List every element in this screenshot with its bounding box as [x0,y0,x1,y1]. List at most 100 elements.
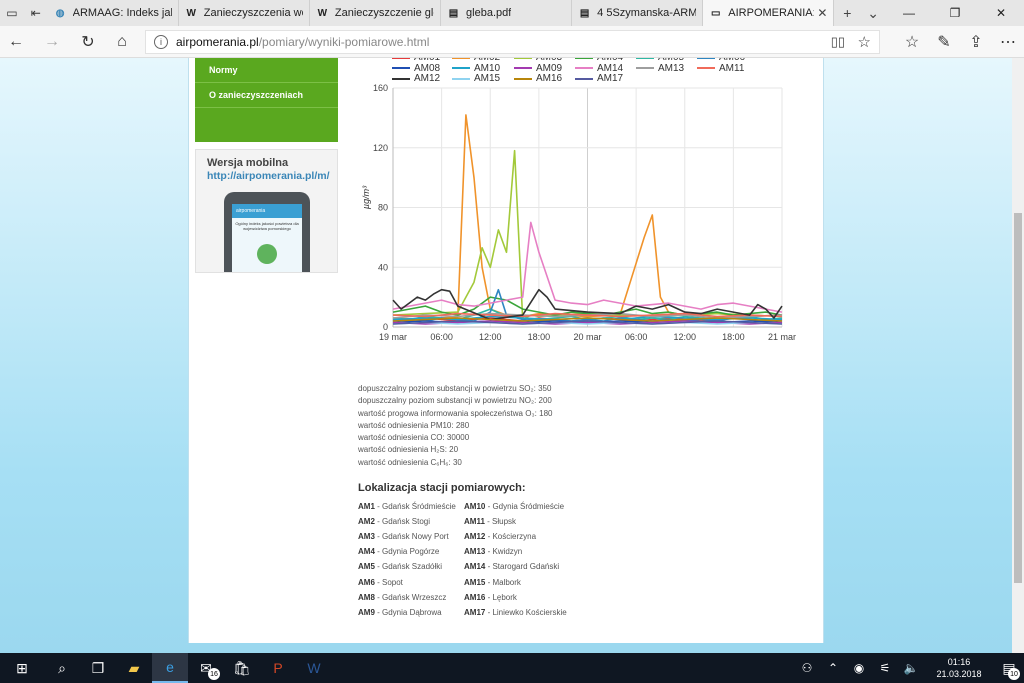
volume-icon[interactable]: 🔈 [898,661,924,675]
tray-chevron-icon[interactable]: ⌃ [820,661,846,675]
close-tab-icon[interactable]: ✕ [814,6,828,20]
station-item: AM9 - Gdynia Dąbrowa [358,608,442,617]
chart-legend: AM01AM02AM03AM04AM05AM06AM08AM10AM09AM14… [354,58,814,88]
close-window-icon[interactable]: ✕ [978,0,1024,26]
station-item: AM8 - Gdańsk Wrzeszcz [358,593,446,602]
mobile-version-banner[interactable]: Wersja mobilna http://airpomerania.pl/m/… [195,149,338,273]
tab-label: Zanieczyszczenia wody [203,7,303,19]
favorite-star-icon[interactable]: ☆ [858,33,871,51]
share-icon[interactable]: ⇪ [960,26,992,58]
mobile-title: Wersja mobilna [207,157,289,169]
file-explorer-icon[interactable]: ▰ [116,653,152,683]
tab-szymanska-pdf[interactable]: ▤ 4 5Szymanska-ARMAAG [572,0,704,26]
station-code: AM14 [464,562,486,572]
station-name: - Kościerzyna [485,532,537,542]
legend-item[interactable]: AM13 [636,63,684,74]
favorites-hub-icon[interactable]: ☆ [896,26,928,58]
minimize-icon[interactable]: — [886,0,932,26]
legend-item[interactable]: AM12 [392,73,440,84]
legend-item[interactable]: AM08 [392,63,440,74]
menu-item-o-zanieczyszczeniach[interactable]: O zanieczyszczeniach [195,83,338,108]
windows-start-icon[interactable]: ⊞ [0,653,44,683]
legend-swatch [452,58,470,59]
y-tick-label: 80 [378,203,388,213]
station-item: AM14 - Starogard Gdański [464,562,559,571]
more-icon[interactable]: ⋯ [992,26,1024,58]
legend-label: AM12 [414,73,441,84]
station-code: AM8 [358,592,375,602]
forward-icon[interactable]: → [36,26,68,58]
info-icon[interactable]: i [154,35,168,49]
menu-item-normy[interactable]: Normy [195,58,338,83]
powerpoint-icon[interactable]: P [260,653,296,683]
refresh-icon[interactable]: ↻ [72,26,104,58]
scrollbar[interactable] [1012,58,1024,653]
search-icon[interactable]: ⌕ [44,653,80,683]
legend-item[interactable]: AM15 [452,73,500,84]
edge-browser-icon[interactable]: e [152,653,188,683]
chart-svg: 0408012016019 mar 06:00 12:00 18:00 20 mar 06… [361,83,796,342]
tab-gleba-pdf[interactable]: ▤ gleba.pdf [441,0,573,26]
legend-swatch [575,58,593,59]
station-item: AM12 - Kościerzyna [464,532,536,541]
clock[interactable]: 01:16 21.03.2018 [924,656,994,680]
legend-item[interactable]: AM17 [575,73,623,84]
tab-zanieczyszczenie-gleby[interactable]: W Zanieczyszczenie gleby [310,0,442,26]
tab-label: Zanieczyszczenie gleby [334,7,434,19]
mail-badge: 16 [208,668,220,680]
legend-swatch [452,67,470,69]
tab-airpomerania[interactable]: ▭ AIRPOMERANIA: W ✕ [703,0,835,26]
legend-item[interactable]: AM11 [697,63,744,74]
legend-swatch [392,77,410,80]
station-code: AM4 [358,547,375,557]
mail-icon[interactable]: ✉ 16 [188,653,224,683]
legend-item[interactable]: AM16 [514,73,562,84]
y-axis-label: µg/m³ [361,185,371,209]
globe-icon: ◍ [55,7,65,19]
word-icon[interactable]: W [296,653,332,683]
tab-list-icon[interactable]: ▭ [0,0,24,26]
scrollbar-thumb[interactable] [1014,213,1022,583]
note-co: wartość odniesienia CO: 30000 [358,433,470,443]
antivirus-icon[interactable]: ◉ [846,661,872,675]
station-code: AM17 [464,607,486,617]
legend-item[interactable]: AM10 [452,63,500,74]
legend-item[interactable]: AM14 [575,63,623,74]
tab-preview-chevron-icon[interactable]: ⌄ [860,0,886,26]
station-item: AM16 - Lębork [464,593,517,602]
notifications-icon[interactable]: ▤ 10 [994,653,1024,683]
station-name: - Gdynia Śródmieście [485,502,565,511]
footer-strip [188,643,824,653]
note-no2: dopuszczalny poziom substancji w powietr… [358,396,552,406]
station-name: - Lębork [485,592,517,602]
station-code: AM2 [358,517,375,527]
station-item: AM3 - Gdańsk Nowy Port [358,532,449,541]
legend-label: AM10 [474,62,501,74]
mobile-link[interactable]: http://airpomerania.pl/m/ [207,170,330,182]
x-tick-label: 12:00 [479,332,502,342]
people-icon[interactable]: ⚇ [794,661,820,675]
phone-image: airpomerania Ogólny indeks jakości powie… [224,192,310,272]
tab-bar: ▭ ⇤ ◍ ARMAAG: Indeks jakośc W Zanieczysz… [0,0,1024,26]
address-bar[interactable]: i airpomerania.pl/pomiary/wyniki-pomiaro… [145,30,880,54]
home-icon[interactable]: ⌂ [106,26,138,58]
new-tab-icon[interactable]: + [834,0,860,26]
locations-title: Lokalizacja stacji pomiarowych: [358,482,526,494]
legend-item[interactable]: AM09 [514,63,562,74]
network-icon[interactable]: ⚟ [872,661,898,675]
note-pm10: wartość odniesienia PM10: 280 [358,420,470,430]
x-tick-label: 18:00 [722,332,745,342]
store-icon[interactable]: 🛍 [224,653,260,683]
reading-view-icon[interactable]: ▯▯ [831,34,845,50]
web-note-icon[interactable]: ✎ [928,26,960,58]
note-o3: wartość progowa informowania społeczeńst… [358,408,553,418]
y-tick-label: 120 [373,143,388,153]
task-view-icon[interactable]: ❐ [80,653,116,683]
station-name: - Gdynia Pogórze [374,547,440,557]
back-icon[interactable]: ← [0,26,32,58]
tab-armaag[interactable]: ◍ ARMAAG: Indeks jakośc [48,0,179,26]
x-tick-label: 06:00 [625,332,648,342]
restore-icon[interactable]: ❐ [932,0,978,26]
tab-zanieczyszczenia-wody[interactable]: W Zanieczyszczenia wody [179,0,310,26]
set-aside-tabs-icon[interactable]: ⇤ [24,0,48,26]
